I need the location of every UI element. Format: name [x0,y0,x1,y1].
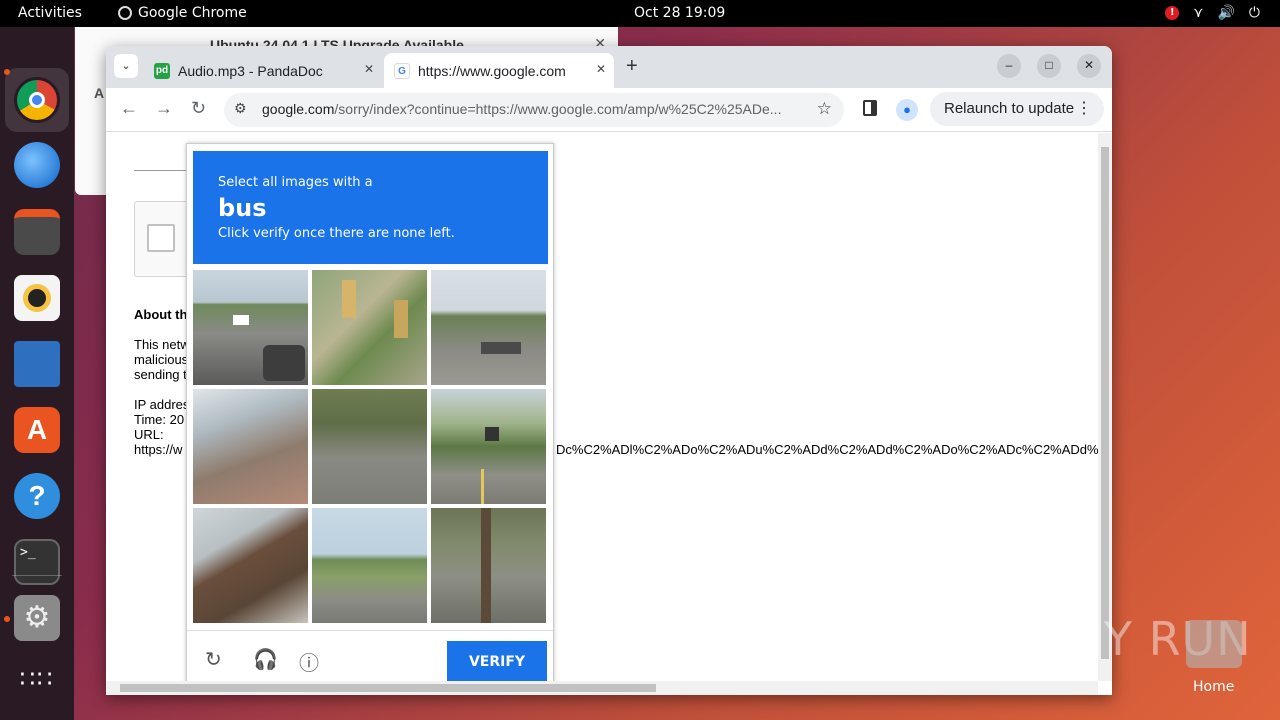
image-tile[interactable] [431,508,546,623]
activities-button[interactable]: Activities [18,5,82,21]
bg-window-text: A [94,85,105,101]
challenge-footer: ↻ 🎧 ⓘ VERIFY [187,630,553,684]
browser-toolbar: ← → ↻ ⚙ google.com/sorry/index?continue=… [106,88,1112,132]
app-menu[interactable]: Google Chrome [118,5,247,21]
page-text: This netw [134,337,190,352]
chrome-icon [118,6,132,20]
image-tile[interactable] [312,270,427,385]
dock: A ? >_ ⚙ ∷∷ [0,27,74,720]
url-host: google.com [262,101,335,117]
running-indicator [4,616,10,622]
image-grid [193,270,548,623]
recaptcha-widget [134,201,194,277]
tab-title: https://www.google.com [418,62,566,79]
rhythmbox-icon[interactable] [14,275,60,321]
site-info-icon[interactable]: ⚙ [234,100,247,117]
volume-icon[interactable]: 🔊 [1217,5,1234,21]
page-text: sending t [134,367,187,382]
menu-icon[interactable]: ⋮ [1076,92,1092,126]
top-bar: Activities Google Chrome Oct 28 19:09 ! … [0,0,1280,27]
home-folder-label[interactable]: Home [1193,679,1234,695]
relaunch-label: Relaunch to update [944,100,1075,117]
image-tile[interactable] [193,270,308,385]
url-tail-text: Dc%C2%ADl%C2%ADo%C2%ADu%C2%ADd%C2%ADd%C2… [556,442,1098,457]
url-text[interactable]: google.com/sorry/index?continue=https://… [262,101,802,117]
page-content: About th This netw malicious sending t I… [106,133,1098,683]
challenge-header: Select all images with a bus Click verif… [193,151,548,264]
files-icon[interactable] [14,209,60,255]
help-icon[interactable]: ? [14,473,60,519]
audio-challenge-icon[interactable]: 🎧 [253,647,278,672]
chrome-dock-icon[interactable] [14,77,60,123]
chrome-window: ⌄ pd Audio.mp3 - PandaDoc ✕ G https://ww… [106,46,1112,695]
terminal-icon[interactable]: >_ [14,539,60,585]
minimize-button[interactable]: – [997,54,1021,78]
settings-icon[interactable]: ⚙ [14,595,60,641]
image-tile[interactable] [312,508,427,623]
recaptcha-challenge: Select all images with a bus Click verif… [186,143,554,683]
dock-separator [12,575,62,576]
clock[interactable]: Oct 28 19:09 [634,5,725,21]
app-center-icon[interactable]: A [14,407,60,453]
google-favicon: G [394,62,410,79]
show-apps-icon[interactable]: ∷∷ [14,657,60,703]
relaunch-button[interactable]: Relaunch to update ⋮ [930,92,1104,126]
profile-icon[interactable]: ● [896,99,918,121]
network-icon[interactable]: ⋎ [1193,5,1203,21]
bookmark-star-icon[interactable]: ☆ [817,99,832,119]
tab-search-button[interactable]: ⌄ [114,54,138,78]
ip-address-text: IP addres [134,397,190,412]
scrollbar-thumb[interactable] [1101,147,1109,659]
close-tab-icon[interactable]: ✕ [596,62,606,76]
address-bar[interactable]: ⚙ google.com/sorry/index?continue=https:… [224,93,844,127]
scrollbar-thumb[interactable] [120,684,656,692]
url-path: /sorry/index?continue=https://www.google… [334,101,782,117]
image-tile[interactable] [431,389,546,504]
verify-button[interactable]: VERIFY [447,641,547,683]
running-indicator [4,69,10,75]
writer-icon[interactable] [14,341,60,387]
alert-icon[interactable]: ! [1165,6,1180,20]
thunderbird-icon[interactable] [14,142,60,188]
vertical-scrollbar[interactable] [1098,133,1112,681]
tab-title: Audio.mp3 - PandaDoc [178,62,323,79]
reload-challenge-icon[interactable]: ↻ [205,647,222,672]
about-heading: About th [134,307,188,322]
app-name: Google Chrome [138,5,247,21]
divider [134,170,194,171]
url-label: URL: [134,427,164,442]
forward-button[interactable]: → [155,98,173,119]
tab-pandadoc[interactable]: pd Audio.mp3 - PandaDoc ✕ [146,53,382,88]
pandadoc-favicon: pd [154,62,170,79]
url-start-text: https://w [134,442,183,457]
time-text: Time: 20 [134,412,185,427]
challenge-target: bus [218,194,267,222]
recaptcha-checkbox[interactable] [147,224,175,252]
power-icon[interactable]: ⏻ [1249,5,1260,21]
close-window-button[interactable]: ✕ [1077,54,1101,78]
horizontal-scrollbar[interactable] [106,681,1098,695]
close-tab-icon[interactable]: ✕ [364,62,374,76]
system-tray[interactable]: ! ⋎ 🔊 ⏻ [1165,5,1260,21]
tab-google[interactable]: G https://www.google.com ✕ [384,53,614,88]
challenge-subtext: Click verify once there are none left. [218,226,455,241]
reload-button[interactable]: ↻ [191,98,206,119]
maximize-button[interactable]: □ [1037,54,1061,78]
challenge-instruction: Select all images with a [218,175,373,190]
home-folder-icon[interactable] [1186,620,1242,668]
info-icon[interactable]: ⓘ [299,647,319,676]
back-button[interactable]: ← [120,98,138,119]
image-tile[interactable] [193,389,308,504]
page-text: malicious [134,352,189,367]
tab-strip: ⌄ pd Audio.mp3 - PandaDoc ✕ G https://ww… [106,46,1112,88]
image-tile[interactable] [312,389,427,504]
image-tile[interactable] [431,270,546,385]
image-tile[interactable] [193,508,308,623]
new-tab-button[interactable]: + [626,55,638,78]
side-panel-icon[interactable] [863,100,877,116]
